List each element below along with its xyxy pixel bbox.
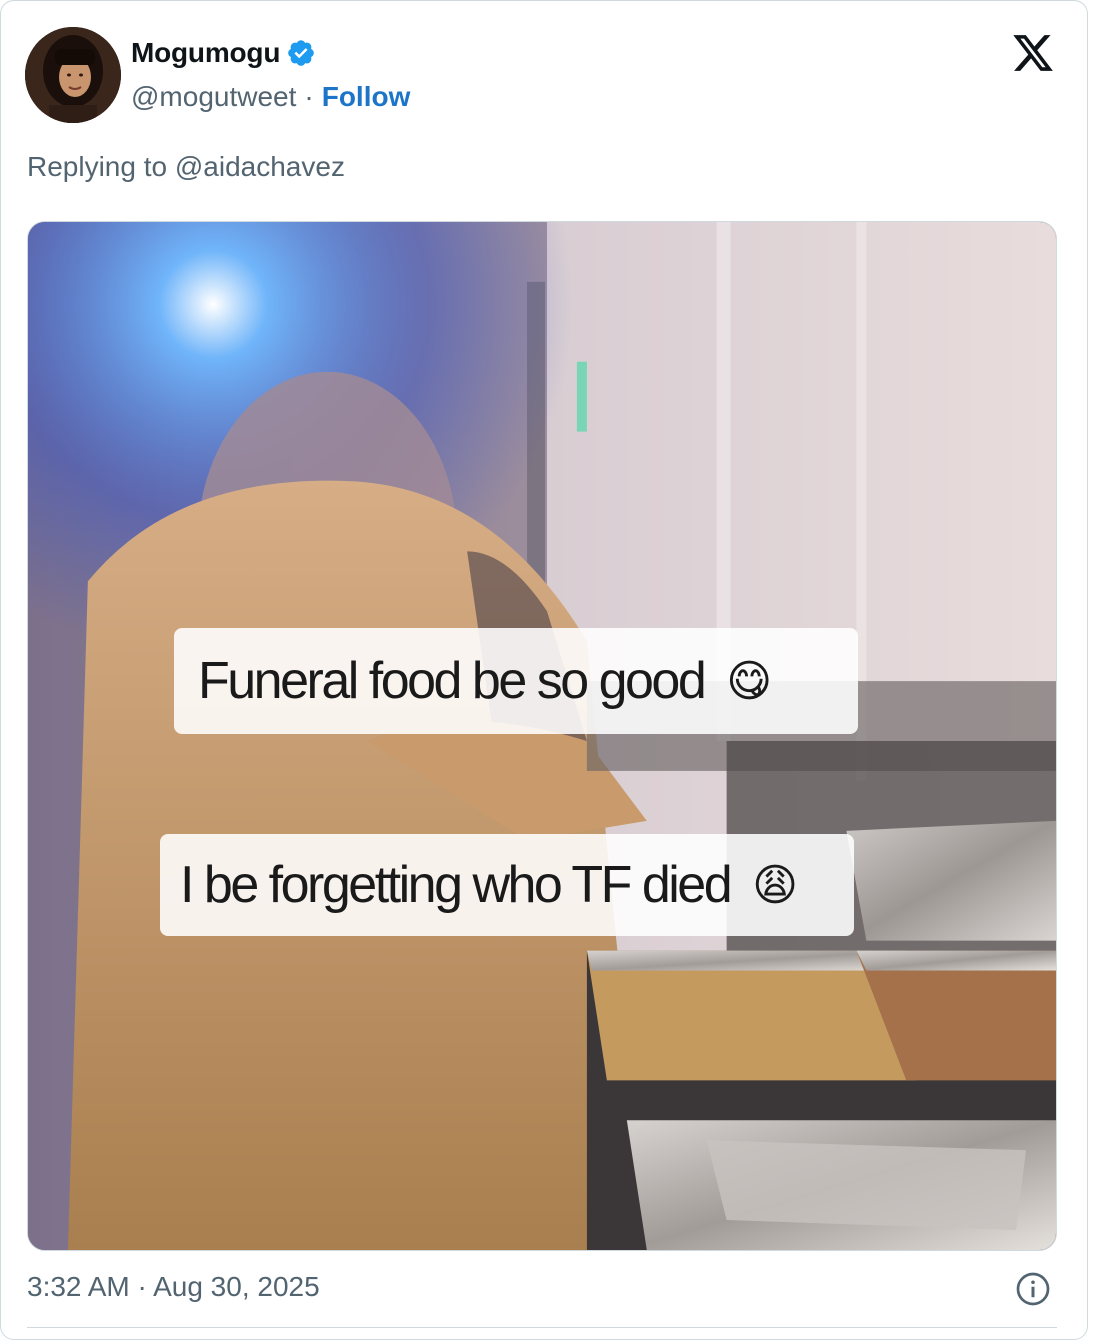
media-video[interactable]: Funeral food be so good 😋 I be forgettin… — [27, 221, 1057, 1251]
replying-to-line: Replying to @aidachavez — [27, 151, 345, 183]
replying-to-mention[interactable]: @aidachavez — [175, 151, 345, 182]
replying-prefix: Replying to — [27, 151, 168, 182]
video-frame — [28, 222, 1056, 1250]
caption-1-text: Funeral food be so good — [198, 652, 707, 710]
divider — [27, 1327, 1057, 1328]
handle[interactable]: @mogutweet — [131, 81, 296, 113]
caption-2-text: I be forgetting who TF died — [180, 856, 733, 914]
caption-funeral-food: Funeral food be so good 😋 — [174, 628, 858, 734]
x-logo-icon[interactable] — [1009, 31, 1057, 75]
display-name[interactable]: Mogumogu — [131, 37, 280, 69]
avatar-image — [25, 27, 121, 123]
info-icon[interactable] — [1015, 1271, 1051, 1307]
follow-button[interactable]: Follow — [322, 81, 411, 113]
avatar[interactable] — [25, 27, 121, 123]
author-row: Mogumogu — [131, 37, 316, 69]
verified-badge-icon — [288, 40, 315, 66]
handle-row: @mogutweet · Follow — [131, 81, 410, 113]
separator-dot: · — [304, 81, 314, 112]
tweet-card: Mogumogu @mogutweet · Follow Replying to… — [0, 0, 1088, 1340]
yum-emoji-icon: 😋 — [726, 655, 773, 707]
timestamp[interactable]: 3:32 AM · Aug 30, 2025 — [27, 1271, 320, 1303]
caption-forgetting: I be forgetting who TF died 😩 — [160, 834, 854, 936]
weary-emoji-icon: 😩 — [752, 859, 799, 911]
